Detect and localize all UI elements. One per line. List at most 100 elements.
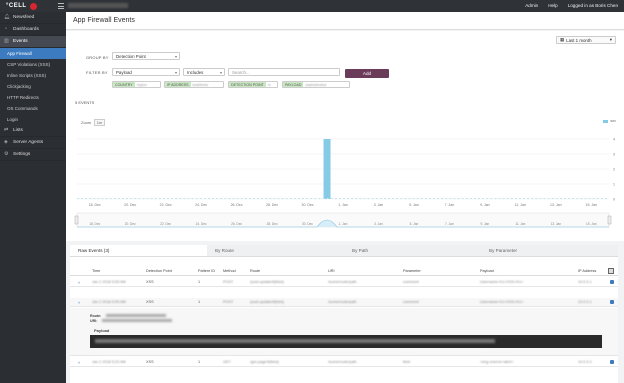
cell-ip: 10.0.0.1	[578, 300, 592, 304]
tab-by-parameter[interactable]: By Parameter	[481, 245, 618, 256]
table-row[interactable]: ˅ Jan 2 2018 5:22 AM XSS 1 GET /get-page…	[70, 358, 618, 367]
sidebar-subitem-http-redirects[interactable]: HTTP Redirects	[0, 92, 66, 103]
menu-icon[interactable]	[58, 3, 64, 9]
sidebar-subitem-os-commands[interactable]: OS Commands	[0, 103, 66, 114]
baseline-marker	[559, 198, 562, 199]
user-menu[interactable]: Logged in as Boris Chen	[568, 3, 618, 8]
sidebar-item-newsfeed[interactable]: 🔔︎ Newsfeed	[0, 12, 66, 24]
info-icon[interactable]	[610, 280, 614, 284]
col-detection-point[interactable]: Detection Point	[146, 269, 172, 273]
baseline-marker	[158, 198, 161, 199]
sidebar-item-label: Dashboards	[13, 27, 39, 32]
baseline-marker	[584, 198, 587, 199]
cell-payload: Username<h1>XSS</h1>	[480, 300, 524, 304]
col-method[interactable]: Method	[223, 269, 236, 273]
group-by-select[interactable]: Detection Point ▾	[112, 52, 180, 60]
x-tick-label: 1. Jan	[338, 203, 348, 207]
baseline-marker	[498, 198, 501, 199]
baseline-marker	[441, 198, 444, 199]
col-parameter[interactable]: Parameter	[403, 269, 421, 273]
col-pattern-id[interactable]: Pattern ID	[198, 269, 215, 273]
col-payload[interactable]: Payload	[480, 269, 494, 273]
tab-raw-events[interactable]: Raw Events (3)	[70, 245, 207, 256]
filter-chip-detection-point[interactable]: DETECTION POINT rs	[228, 81, 278, 88]
navigator-tick-label: 30. Dec	[302, 222, 313, 226]
filter-operator-value: Includes	[187, 69, 204, 75]
zoom-1m-button[interactable]: 1m	[94, 119, 105, 126]
x-tick-label: 30. Dec	[302, 203, 314, 207]
tab-by-route[interactable]: By Route	[207, 245, 344, 256]
cell-time: Jan 2 2018 5:59 AM	[92, 280, 126, 284]
bar	[323, 139, 331, 199]
chart-legend[interactable]: sec	[603, 119, 616, 123]
date-range-select[interactable]: ▦ Last 1 month ▾	[556, 36, 616, 44]
tab-by-path[interactable]: By Path	[344, 245, 481, 256]
sidebar-subitem-csp-violations[interactable]: CSP Violations (XSS)	[0, 59, 66, 70]
baseline-marker	[551, 198, 554, 199]
sidebar-item-dashboards[interactable]: ◔ Dashboards	[0, 24, 66, 36]
cell-uri: /some/route/path	[328, 300, 357, 304]
baseline-marker	[109, 198, 112, 199]
chevron-up-icon[interactable]: ˄	[78, 300, 80, 305]
sidebar-subitem-login[interactable]: Login	[0, 114, 66, 125]
sidebar-subitem-app-firewall[interactable]: App Firewall	[0, 48, 66, 59]
info-icon[interactable]	[610, 300, 614, 304]
tenant-selector[interactable]	[68, 3, 128, 8]
x-tick-label: 18. Dec	[89, 203, 101, 207]
info-icon[interactable]	[610, 360, 614, 364]
sidebar-subitem-clickjacking[interactable]: Clickjacking	[0, 81, 66, 92]
table-row[interactable]: ˅ Jan 2 2018 5:59 AM XSS 1 POST /post-up…	[70, 278, 618, 287]
sidebar-item-events[interactable]: ▥ Events	[0, 36, 66, 48]
sidebar-subitem-inline-scripts[interactable]: Inline Scripts (XSS)	[0, 70, 66, 81]
events-table-panel: Raw Events (3) By Route By Path By Param…	[70, 245, 618, 383]
table-row-expanded[interactable]: ˄ Jan 2 2018 5:59 AM XSS 1 POST /post-up…	[70, 298, 618, 307]
brand-logo[interactable]: °CELL	[6, 2, 37, 10]
filter-search-input[interactable]: Search...	[228, 68, 340, 76]
filter-operator-select[interactable]: Includes ▾	[183, 68, 225, 76]
filter-chip-ip-address[interactable]: IP ADDRESS ipaddress	[164, 81, 224, 88]
navigator-tick-label: 22. Dec	[160, 222, 171, 226]
navigator-tick-label: 18. Dec	[89, 222, 100, 226]
col-uri[interactable]: URI	[328, 269, 335, 273]
col-route[interactable]: Route	[250, 269, 260, 273]
chevron-down-icon[interactable]: ˅	[78, 360, 80, 365]
baseline-marker	[265, 198, 268, 199]
sidebar-item-lists[interactable]: ⇄ Lists	[0, 125, 66, 137]
help-link[interactable]: Help	[548, 3, 557, 8]
baseline-marker	[437, 198, 440, 199]
col-time[interactable]: Time	[92, 269, 100, 273]
add-filter-button[interactable]: Add	[345, 69, 389, 78]
admin-link[interactable]: Admin	[525, 3, 538, 8]
x-tick-label: 5. Jan	[409, 203, 419, 207]
y-tick-label: 1	[613, 183, 615, 187]
filter-field-select[interactable]: Payload ▾	[112, 68, 180, 76]
baseline-marker	[199, 198, 202, 199]
col-ip-address[interactable]: IP Address	[578, 269, 596, 273]
cell-method: POST	[223, 280, 234, 284]
filter-chip-country[interactable]: COUNTRY region	[112, 81, 161, 88]
chart-icon: ▥	[4, 38, 9, 44]
list-icon: ⇄	[4, 127, 9, 133]
baseline-marker	[555, 198, 558, 199]
columns-toggle-icon[interactable]	[608, 268, 614, 274]
sidebar-item-settings[interactable]: ⚙ Settings	[0, 149, 66, 161]
baseline-marker	[302, 198, 305, 199]
top-bar: °CELL Admin Help Logged in as Boris Chen	[0, 0, 624, 12]
baseline-marker	[400, 198, 403, 199]
events-panel: ▦ Last 1 month ▾ GROUP BY Detection Poin…	[66, 31, 624, 241]
baseline-marker	[240, 198, 243, 199]
baseline-marker	[232, 198, 235, 199]
baseline-marker	[600, 198, 603, 199]
cell-pattern-id: 1	[198, 360, 201, 364]
chip-tag: COUNTRY	[113, 82, 135, 87]
sidebar-item-server-agents[interactable]: ◈ Server Agents	[0, 137, 66, 149]
server-icon: ◈	[4, 139, 8, 145]
baseline-marker	[527, 198, 530, 199]
baseline-marker	[363, 198, 366, 199]
filter-chip-payload[interactable]: PAYLOAD payloadvalue	[282, 81, 350, 88]
baseline-marker	[77, 198, 79, 199]
chevron-down-icon[interactable]: ˅	[78, 280, 80, 285]
baseline-marker	[580, 198, 583, 199]
chip-value: region	[136, 82, 147, 87]
baseline-marker	[130, 198, 133, 199]
